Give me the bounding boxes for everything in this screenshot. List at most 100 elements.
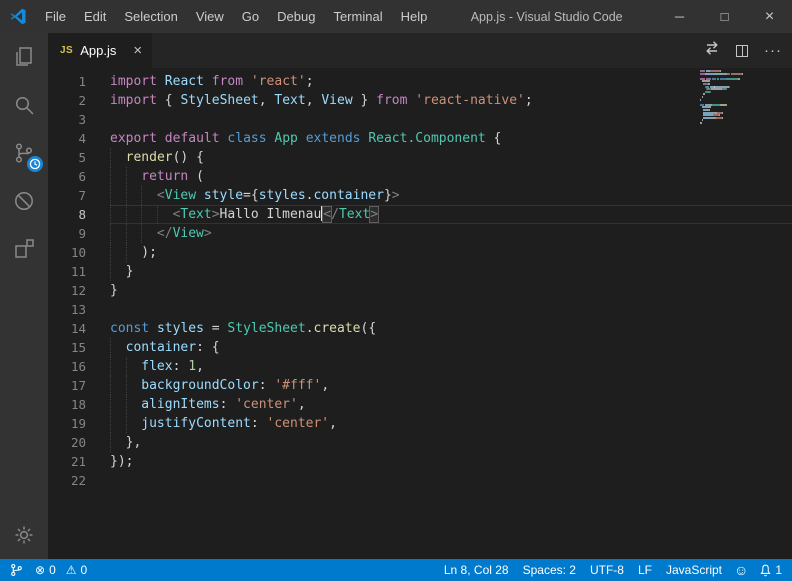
error-count: 0 xyxy=(49,563,56,577)
extensions-icon[interactable] xyxy=(0,225,48,273)
close-button[interactable]: × xyxy=(747,0,792,33)
code-line[interactable]: 3 xyxy=(48,110,792,129)
status-left: ⊗ 0 ⚠ 0 xyxy=(10,559,87,581)
maximize-button[interactable]: □ xyxy=(702,0,747,33)
menu-item-help[interactable]: Help xyxy=(392,0,437,33)
eol-indicator[interactable]: LF xyxy=(638,563,652,577)
more-actions-icon[interactable]: ··· xyxy=(764,43,782,58)
code-line[interactable]: 15container: { xyxy=(48,338,792,357)
source-control-icon[interactable] xyxy=(0,129,48,177)
split-editor-icon[interactable] xyxy=(736,45,748,57)
notifications-indicator[interactable]: 1 xyxy=(760,563,782,577)
code-line[interactable]: 22 xyxy=(48,471,792,490)
compare-changes-icon[interactable] xyxy=(704,40,720,61)
code-line[interactable]: 5render() { xyxy=(48,148,792,167)
line-number: 1 xyxy=(48,72,110,91)
line-number: 6 xyxy=(48,167,110,186)
line-number: 16 xyxy=(48,357,110,376)
code-line[interactable]: 21}); xyxy=(48,452,792,471)
code-line[interactable]: 16flex: 1, xyxy=(48,357,792,376)
code-line[interactable]: 13 xyxy=(48,300,792,319)
minimap[interactable] xyxy=(700,70,746,127)
menu-item-view[interactable]: View xyxy=(187,0,233,33)
editor-group: JS App.js × ··· 1import React from 'reac… xyxy=(48,33,792,559)
tab-label: App.js xyxy=(80,43,116,58)
line-number: 21 xyxy=(48,452,110,471)
menu-item-edit[interactable]: Edit xyxy=(75,0,115,33)
line-number: 11 xyxy=(48,262,110,281)
code-lines: 1import React from 'react';2import { Sty… xyxy=(48,72,792,490)
title-bar: FileEditSelectionViewGoDebugTerminalHelp… xyxy=(0,0,792,33)
encoding-indicator[interactable]: UTF-8 xyxy=(590,563,624,577)
line-number: 3 xyxy=(48,110,110,129)
menu-item-file[interactable]: File xyxy=(36,0,75,33)
debug-icon[interactable] xyxy=(0,177,48,225)
code-editor[interactable]: 1import React from 'react';2import { Sty… xyxy=(48,68,792,559)
tab-close-icon[interactable]: × xyxy=(133,43,142,58)
status-bar: ⊗ 0 ⚠ 0 Ln 8, Col 28 Spaces: 2 UTF-8 LF Java… xyxy=(0,559,792,581)
code-line[interactable]: 17backgroundColor: '#fff', xyxy=(48,376,792,395)
code-line[interactable]: 10); xyxy=(48,243,792,262)
settings-gear-icon[interactable] xyxy=(0,511,48,559)
menu-item-terminal[interactable]: Terminal xyxy=(324,0,391,33)
javascript-file-icon: JS xyxy=(60,45,73,56)
sync-clock-badge xyxy=(27,156,43,172)
notification-count: 1 xyxy=(775,563,782,577)
vscode-logo-icon xyxy=(0,8,36,25)
status-right-items: Ln 8, Col 28 Spaces: 2 UTF-8 LF JavaScript xyxy=(444,563,722,577)
line-number: 9 xyxy=(48,224,110,243)
code-line[interactable]: 4export default class App extends React.… xyxy=(48,129,792,148)
line-number: 7 xyxy=(48,186,110,205)
line-number: 19 xyxy=(48,414,110,433)
code-line[interactable]: 18alignItems: 'center', xyxy=(48,395,792,414)
line-number: 10 xyxy=(48,243,110,262)
line-number: 15 xyxy=(48,338,110,357)
line-number: 2 xyxy=(48,91,110,110)
code-line[interactable]: 19justifyContent: 'center', xyxy=(48,414,792,433)
line-number: 17 xyxy=(48,376,110,395)
error-icon: ⊗ xyxy=(35,563,45,577)
menu-item-selection[interactable]: Selection xyxy=(115,0,186,33)
bell-icon xyxy=(760,564,771,577)
code-line[interactable]: 1import React from 'react'; xyxy=(48,72,792,91)
editor-actions: ··· xyxy=(704,33,782,68)
menubar: FileEditSelectionViewGoDebugTerminalHelp xyxy=(36,0,436,33)
code-line[interactable]: 8<Text>Hallo Ilmenau</Text> xyxy=(48,205,792,224)
feedback-smiley-icon[interactable]: ☺ xyxy=(734,562,748,578)
warning-icon: ⚠ xyxy=(66,563,77,577)
line-number: 12 xyxy=(48,281,110,300)
code-line[interactable]: 6return ( xyxy=(48,167,792,186)
code-line[interactable]: 2import { StyleSheet, Text, View } from … xyxy=(48,91,792,110)
activity-bar xyxy=(0,33,48,559)
code-line[interactable]: 11} xyxy=(48,262,792,281)
problems-indicator[interactable]: ⊗ 0 ⚠ 0 xyxy=(35,563,87,577)
line-number: 14 xyxy=(48,319,110,338)
line-number: 18 xyxy=(48,395,110,414)
line-number: 8 xyxy=(48,205,110,224)
indentation-indicator[interactable]: Spaces: 2 xyxy=(523,563,576,577)
tab-appjs[interactable]: JS App.js × xyxy=(48,33,152,68)
window-controls: ─ □ × xyxy=(657,0,792,33)
code-line[interactable]: 7<View style={styles.container}> xyxy=(48,186,792,205)
line-number: 4 xyxy=(48,129,110,148)
status-right: Ln 8, Col 28 Spaces: 2 UTF-8 LF JavaScript ☺… xyxy=(444,559,782,581)
language-indicator[interactable]: JavaScript xyxy=(666,563,722,577)
explorer-icon[interactable] xyxy=(0,33,48,81)
menu-item-go[interactable]: Go xyxy=(233,0,268,33)
code-line[interactable]: 14const styles = StyleSheet.create({ xyxy=(48,319,792,338)
code-line[interactable]: 9</View> xyxy=(48,224,792,243)
search-icon[interactable] xyxy=(0,81,48,129)
menu-item-debug[interactable]: Debug xyxy=(268,0,324,33)
line-number: 5 xyxy=(48,148,110,167)
warning-count: 0 xyxy=(81,563,88,577)
code-line[interactable]: 20}, xyxy=(48,433,792,452)
line-number: 22 xyxy=(48,471,110,490)
code-line[interactable]: 12} xyxy=(48,281,792,300)
main-area: JS App.js × ··· 1import React from 'reac… xyxy=(0,33,792,559)
minimize-button[interactable]: ─ xyxy=(657,0,702,33)
line-number: 20 xyxy=(48,433,110,452)
cursor-position-indicator[interactable]: Ln 8, Col 28 xyxy=(444,563,509,577)
git-branch-icon[interactable] xyxy=(10,563,23,577)
line-number: 13 xyxy=(48,300,110,319)
tab-bar: JS App.js × ··· xyxy=(48,33,792,68)
